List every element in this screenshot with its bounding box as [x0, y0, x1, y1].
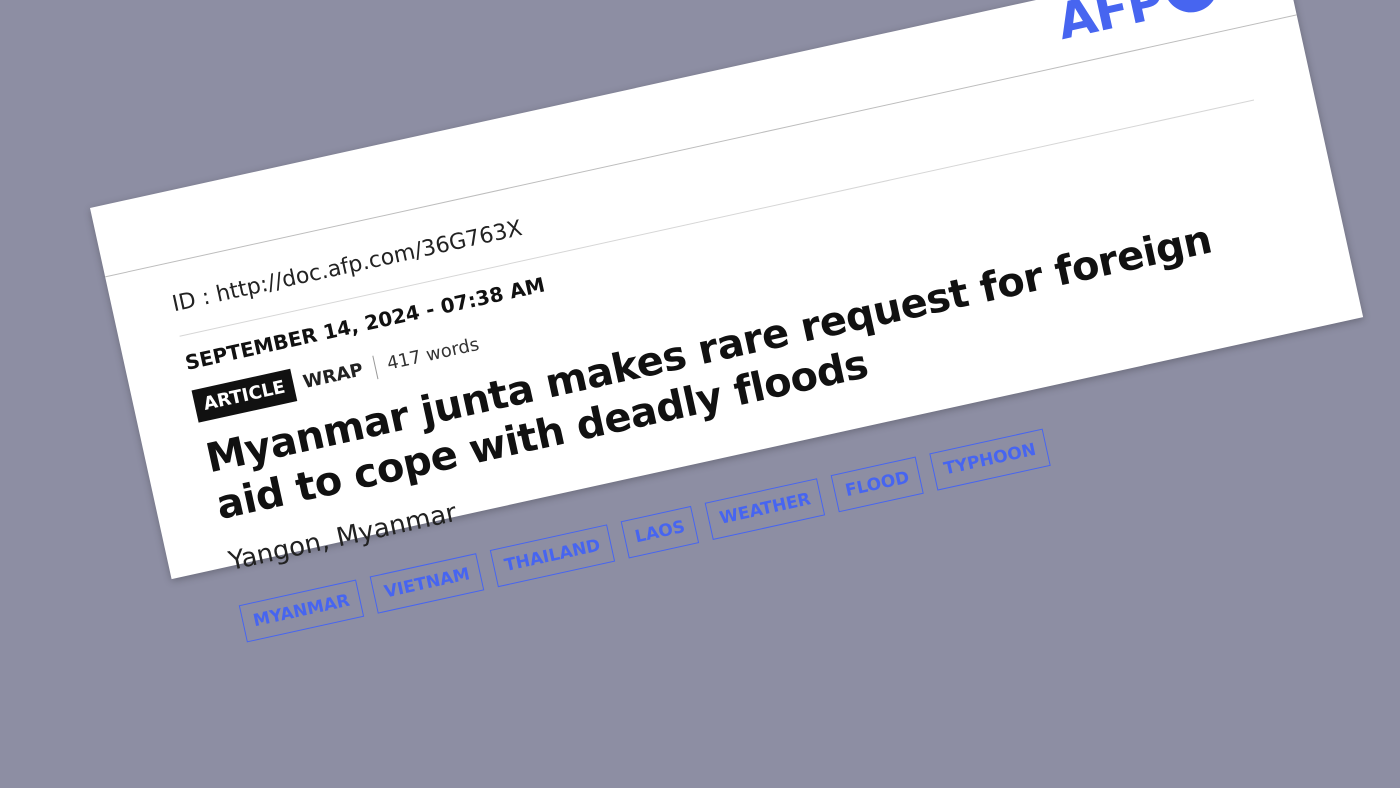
tag-thailand[interactable]: THAILAND [489, 524, 615, 588]
logo-dot-icon [1158, 0, 1224, 18]
article-card: AFP ID : http://doc.afp.com/36G763X SEPT… [90, 0, 1364, 643]
tag-myanmar[interactable]: MYANMAR [238, 579, 365, 643]
word-count: 417 words [385, 333, 482, 375]
tag-laos[interactable]: LAOS [620, 505, 700, 559]
meta-separator [372, 355, 379, 379]
logo-wordmark: AFP [1052, 0, 1169, 52]
tag-vietnam[interactable]: VIETNAM [369, 553, 485, 614]
tag-typhoon[interactable]: TYPHOON [929, 428, 1051, 491]
tag-flood[interactable]: FLOOD [830, 456, 924, 513]
genre-label: WRAP [301, 359, 366, 393]
article-type-badge: ARTICLE [191, 368, 298, 423]
tag-weather[interactable]: WEATHER [705, 478, 826, 540]
afp-logo: AFP [1052, 0, 1224, 52]
